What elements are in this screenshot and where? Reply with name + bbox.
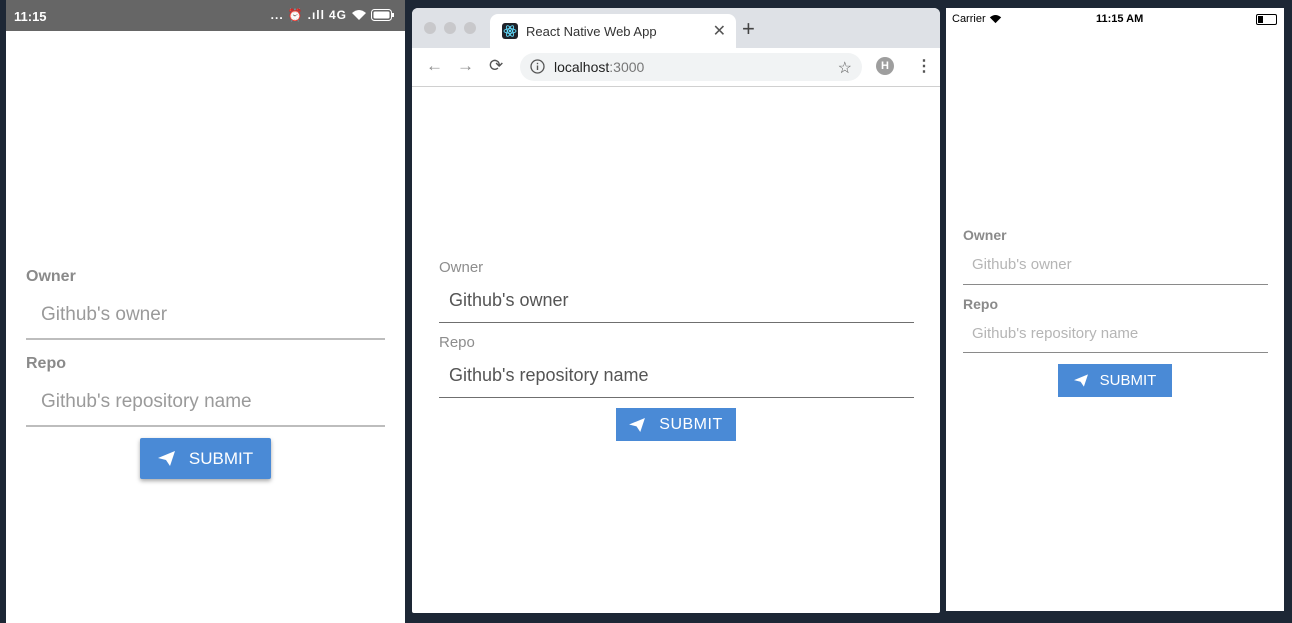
submit-label: SUBMIT [659,415,723,433]
owner-input[interactable]: Github's owner [972,256,1072,273]
url-port: :3000 [609,59,645,75]
status-time: 11:15 [14,9,47,24]
info-icon[interactable] [530,59,545,74]
status-time: 11:15 AM [1096,13,1144,25]
tab-close-icon[interactable]: ✕ [713,21,726,41]
repo-input-underline [26,425,385,427]
owner-input[interactable]: Github's owner [449,290,569,311]
close-window-button[interactable] [424,22,436,34]
owner-input-underline [963,284,1268,285]
repo-input[interactable]: Github's repository name [449,365,649,386]
repo-input[interactable]: Github's repository name [972,325,1138,342]
menu-dots-icon[interactable]: ⋮ [916,56,932,76]
battery-icon [1256,14,1277,25]
submit-button[interactable]: SUBMIT [140,438,271,479]
url-host: localhost [554,59,610,75]
repo-label: Repo [439,334,475,351]
reload-icon[interactable]: ⟳ [489,56,503,76]
maximize-window-button[interactable] [464,22,476,34]
browser-tab[interactable]: React Native Web App ✕ [490,14,736,48]
submit-label: SUBMIT [188,448,254,468]
repo-input-underline [963,352,1268,353]
battery-icon [371,9,395,21]
send-icon [1073,374,1088,387]
repo-input[interactable]: Github's repository name [41,391,252,413]
network-type: 4G [328,8,347,22]
submit-button[interactable]: SUBMIT [1058,364,1172,397]
bookmark-star-icon[interactable]: ☆ [838,58,852,78]
owner-input[interactable]: Github's owner [41,304,167,326]
ios-screen: Carrier 11:15 AM Owner Github's owner Re… [946,8,1284,611]
address-bar[interactable]: localhost:3000 ☆ [520,53,862,81]
signal-icon: .ıll [307,8,325,22]
new-tab-icon[interactable]: + [742,18,755,40]
minimize-window-button[interactable] [444,22,456,34]
forward-icon[interactable]: → [457,56,474,76]
repo-input-underline [439,397,914,398]
more-dots-icon: ... [270,8,284,22]
back-icon[interactable]: ← [426,56,443,76]
alarm-icon: ⏰ [287,8,304,22]
tab-title: React Native Web App [526,24,657,39]
send-icon [157,451,175,466]
chrome-toolbar: ← → ⟳ localhost:3000 ☆ H ⋮ [412,48,940,87]
submit-label: SUBMIT [1099,372,1157,389]
chrome-window: React Native Web App ✕ + ← → ⟳ localhost… [412,8,940,613]
owner-label: Owner [26,268,76,285]
status-icons: ... ⏰ .ıll 4G [271,8,395,22]
carrier-text: Carrier [952,13,986,25]
android-status-bar: 11:15 ... ⏰ .ıll 4G [6,0,405,31]
send-icon [629,417,646,432]
wifi-icon [989,15,1001,24]
repo-label: Repo [963,296,998,312]
repo-label: Repo [26,355,66,372]
owner-input-underline [26,338,385,340]
url-text: localhost:3000 [554,59,644,75]
wifi-icon [351,9,367,21]
carrier-label: Carrier [952,13,1002,25]
owner-label: Owner [439,259,484,276]
react-logo-icon [502,23,518,39]
owner-label: Owner [963,227,1007,243]
android-screen: 11:15 ... ⏰ .ıll 4G Owner Github's owner… [6,0,405,623]
profile-avatar[interactable]: H [876,57,894,75]
chrome-titlebar: React Native Web App ✕ + [412,8,940,48]
owner-input-underline [439,322,914,323]
submit-button[interactable]: SUBMIT [616,408,736,441]
